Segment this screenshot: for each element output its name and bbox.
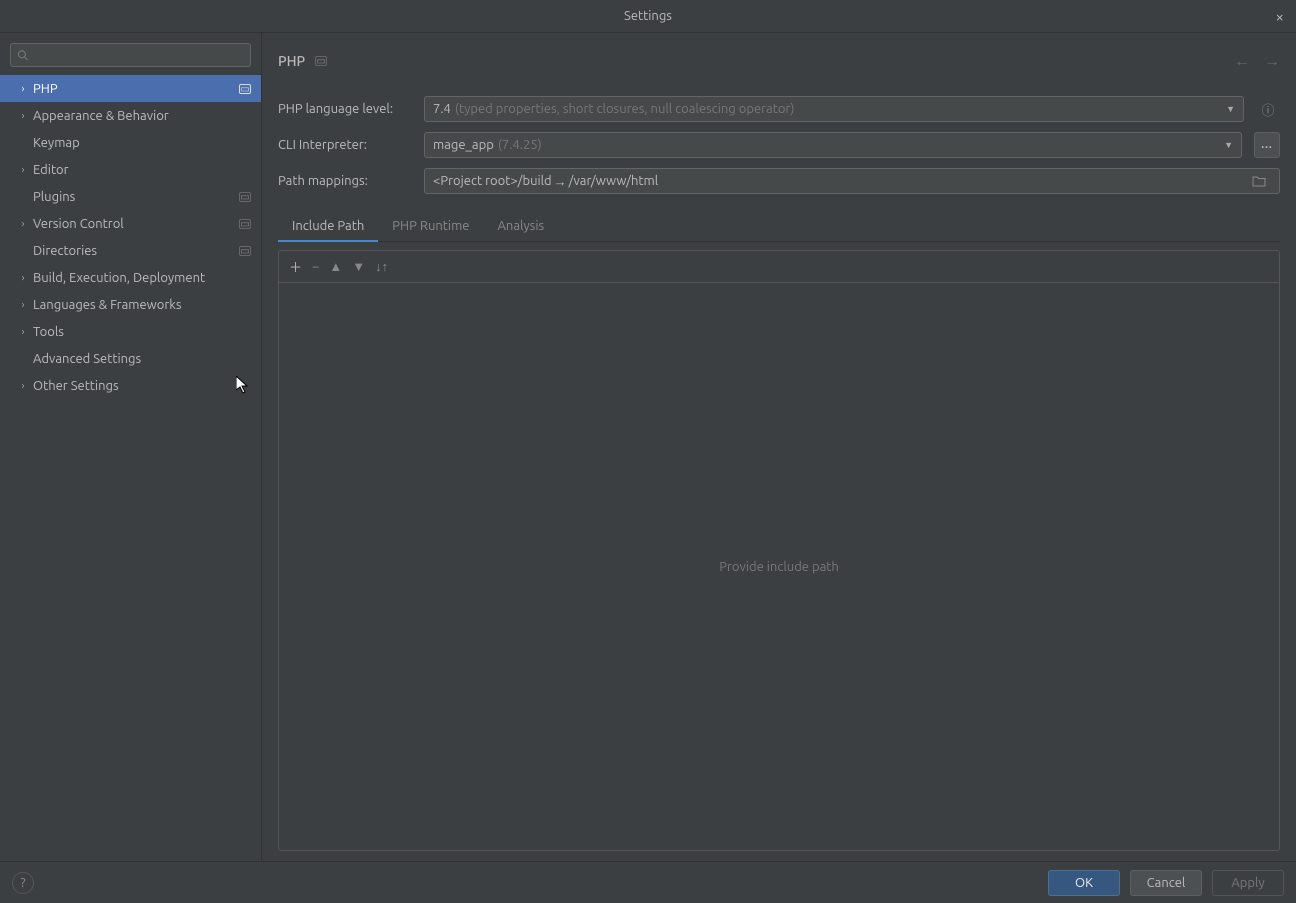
- tab-analysis[interactable]: Analysis: [483, 213, 558, 241]
- lang-level-hint: (typed properties, short closures, null …: [455, 102, 795, 116]
- lang-level-select[interactable]: 7.4 (typed properties, short closures, n…: [424, 96, 1244, 122]
- sidebar-item-plugins[interactable]: Plugins▭: [0, 183, 261, 210]
- search-input[interactable]: [10, 43, 251, 67]
- chevron-right-icon: ›: [18, 299, 28, 310]
- project-scope-badge-icon: ▭: [315, 56, 327, 66]
- chevron-right-icon: ›: [18, 83, 28, 94]
- tab-php-runtime[interactable]: PHP Runtime: [378, 213, 483, 241]
- nav-forward-icon[interactable]: →: [1264, 52, 1280, 71]
- path-target: /var/www/html: [569, 174, 658, 188]
- sidebar-item-version-control[interactable]: › Version Control▭: [0, 210, 261, 237]
- sidebar-item-appearance-behavior[interactable]: › Appearance & Behavior: [0, 102, 261, 129]
- sidebar-item-label: Version Control: [33, 217, 239, 231]
- sidebar-item-advanced-settings[interactable]: Advanced Settings: [0, 345, 261, 372]
- cli-interpreter-row: CLI Interpreter: mage_app (7.4.25) ▼ …: [278, 127, 1280, 163]
- chevron-right-icon: ›: [18, 110, 28, 121]
- move-up-button[interactable]: ▲: [329, 259, 342, 274]
- nav-back-icon[interactable]: ←: [1234, 52, 1250, 71]
- chevron-right-icon: ›: [18, 164, 28, 175]
- sidebar-item-directories[interactable]: Directories▭: [0, 237, 261, 264]
- cli-hint: (7.4.25): [498, 138, 542, 152]
- sidebar-item-editor[interactable]: › Editor: [0, 156, 261, 183]
- path-mappings-field[interactable]: <Project root>/build → /var/www/html: [424, 168, 1280, 194]
- move-down-button[interactable]: ▼: [352, 259, 365, 274]
- remove-button[interactable]: −: [312, 260, 319, 274]
- sidebar-item-label: Tools: [33, 325, 251, 339]
- lang-level-label: PHP language level:: [278, 102, 412, 116]
- breadcrumb: PHP ▭ ← →: [278, 47, 1280, 75]
- cli-value: mage_app: [433, 138, 494, 152]
- sidebar-item-php[interactable]: › PHP▭: [0, 75, 261, 102]
- chevron-right-icon: ›: [18, 326, 28, 337]
- path-label: Path mappings:: [278, 174, 412, 188]
- cli-label: CLI Interpreter:: [278, 138, 412, 152]
- sidebar-item-label: PHP: [33, 82, 239, 96]
- sidebar-item-keymap[interactable]: Keymap: [0, 129, 261, 156]
- sidebar-item-label: Languages & Frameworks: [33, 298, 251, 312]
- sidebar-item-label: Build, Execution, Deployment: [33, 271, 251, 285]
- lang-level-row: PHP language level: 7.4 (typed propertie…: [278, 91, 1280, 127]
- sidebar-item-label: Keymap: [33, 136, 251, 150]
- sidebar-item-label: Other Settings: [33, 379, 251, 393]
- cli-browse-button[interactable]: …: [1254, 132, 1280, 158]
- project-scope-badge-icon: ▭: [239, 246, 251, 256]
- sidebar-item-build-execution-deployment[interactable]: › Build, Execution, Deployment: [0, 264, 261, 291]
- project-scope-badge-icon: ▭: [239, 192, 251, 202]
- include-path-list[interactable]: Provide include path: [278, 282, 1280, 851]
- tab-include-path[interactable]: Include Path: [278, 213, 378, 241]
- add-button[interactable]: ＋: [289, 257, 302, 276]
- sidebar-item-tools[interactable]: › Tools: [0, 318, 261, 345]
- sort-button[interactable]: ↓↑: [375, 259, 388, 274]
- chevron-right-icon: ›: [18, 272, 28, 283]
- sidebar: ›PHP▭›Appearance & BehaviorKeymap›Editor…: [0, 33, 262, 861]
- lang-level-value: 7.4: [433, 102, 451, 116]
- cancel-button[interactable]: Cancel: [1130, 870, 1202, 896]
- chevron-right-icon: ›: [18, 218, 28, 229]
- sidebar-item-label: Editor: [33, 163, 251, 177]
- window-title: Settings: [624, 9, 672, 23]
- sidebar-item-label: Advanced Settings: [33, 352, 251, 366]
- project-scope-badge-icon: ▭: [239, 84, 251, 94]
- empty-list-text: Provide include path: [719, 560, 839, 574]
- chevron-right-icon: ›: [18, 380, 28, 391]
- tabs: Include PathPHP RuntimeAnalysis: [278, 213, 1280, 242]
- path-mappings-row: Path mappings: <Project root>/build → /v…: [278, 163, 1280, 199]
- arrow-right-icon: →: [554, 174, 567, 189]
- sidebar-item-label: Appearance & Behavior: [33, 109, 251, 123]
- path-prefix: <Project root>/build: [433, 174, 552, 188]
- sidebar-item-languages-frameworks[interactable]: › Languages & Frameworks: [0, 291, 261, 318]
- cli-interpreter-select[interactable]: mage_app (7.4.25) ▼: [424, 132, 1242, 158]
- search-field[interactable]: [32, 48, 244, 63]
- main-panel: PHP ▭ ← → PHP language level: 7.4 (typed…: [262, 33, 1296, 861]
- titlebar: Settings ×: [0, 0, 1296, 33]
- project-scope-badge-icon: ▭: [239, 219, 251, 229]
- apply-button: Apply: [1212, 870, 1284, 896]
- settings-tree: ›PHP▭›Appearance & BehaviorKeymap›Editor…: [0, 75, 261, 861]
- folder-icon[interactable]: [1247, 169, 1271, 193]
- ok-button[interactable]: OK: [1048, 870, 1120, 896]
- chevron-down-icon: ▼: [1226, 104, 1235, 114]
- sidebar-item-label: Directories: [33, 244, 239, 258]
- close-icon[interactable]: ×: [1276, 8, 1284, 25]
- help-icon[interactable]: ⓘ: [1256, 97, 1280, 121]
- sidebar-item-label: Plugins: [33, 190, 239, 204]
- page-title: PHP: [278, 53, 305, 69]
- search-icon: [17, 49, 28, 61]
- footer: ? OK Cancel Apply: [0, 861, 1296, 903]
- help-button[interactable]: ?: [12, 872, 34, 894]
- list-toolbar: ＋ − ▲ ▼ ↓↑: [278, 250, 1280, 282]
- chevron-down-icon: ▼: [1224, 140, 1233, 150]
- sidebar-item-other-settings[interactable]: › Other Settings: [0, 372, 261, 399]
